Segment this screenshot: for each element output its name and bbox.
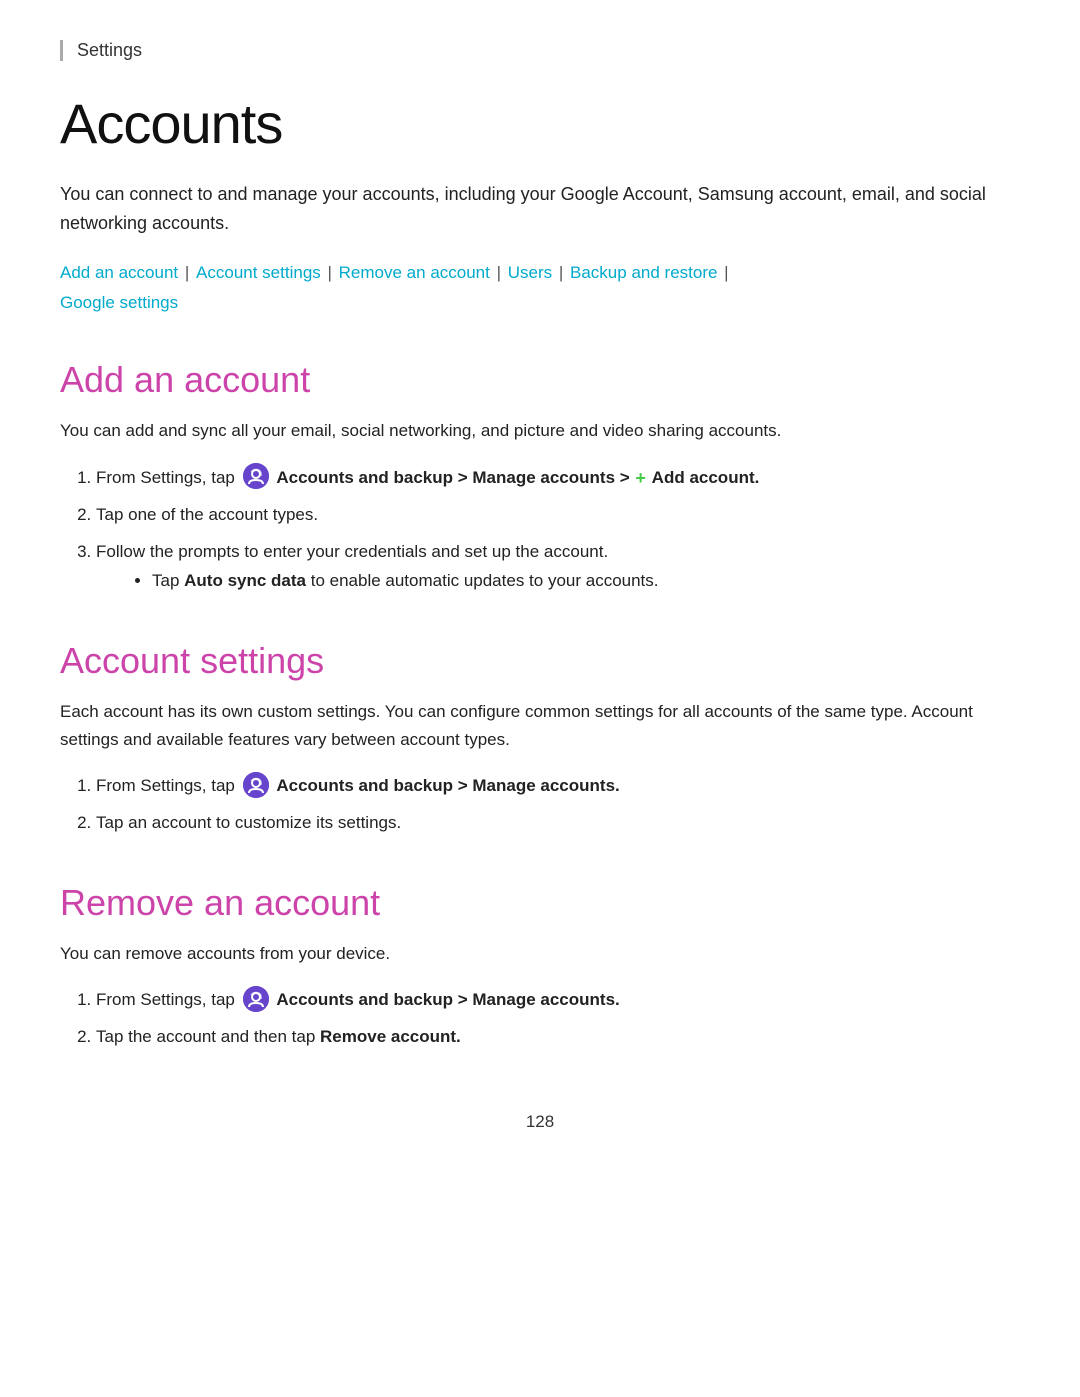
nav-sep: | xyxy=(323,263,337,282)
nav-link-google[interactable]: Google settings xyxy=(60,293,178,312)
remove-account-desc: You can remove accounts from your device… xyxy=(60,940,1020,968)
step1-bold2: Add account. xyxy=(652,468,760,487)
nav-link-account-settings[interactable]: Account settings xyxy=(196,263,321,282)
acct-step1-bold: Accounts and backup > Manage accounts. xyxy=(276,776,619,795)
step-3: Follow the prompts to enter your credent… xyxy=(96,538,1020,596)
remove-account-bold: Remove account. xyxy=(320,1027,461,1046)
nav-sep: | xyxy=(719,263,728,282)
nav-link-remove-account[interactable]: Remove an account xyxy=(339,263,490,282)
remove-account-title: Remove an account xyxy=(60,882,1020,924)
add-account-title: Add an account xyxy=(60,359,1020,401)
nav-link-backup[interactable]: Backup and restore xyxy=(570,263,717,282)
account-settings-steps: From Settings, tap Accounts and backup >… xyxy=(96,772,1020,838)
intro-text: You can connect to and manage your accou… xyxy=(60,180,1020,238)
nav-links: Add an account | Account settings | Remo… xyxy=(60,258,1020,319)
remove-step-1: From Settings, tap Accounts and backup >… xyxy=(96,986,1020,1015)
acct-step-1: From Settings, tap Accounts and backup >… xyxy=(96,772,1020,801)
remove-step1-bold: Accounts and backup > Manage accounts. xyxy=(276,990,619,1009)
bullet-autosync: Tap Auto sync data to enable automatic u… xyxy=(152,567,1020,596)
add-account-desc: You can add and sync all your email, soc… xyxy=(60,417,1020,445)
page-number: 128 xyxy=(60,1112,1020,1132)
step-1: From Settings, tap Accounts and backup >… xyxy=(96,463,1020,494)
nav-sep: | xyxy=(180,263,194,282)
nav-link-add-account[interactable]: Add an account xyxy=(60,263,178,282)
account-settings-section: Account settings Each account has its ow… xyxy=(60,640,1020,838)
remove-account-steps: From Settings, tap Accounts and backup >… xyxy=(96,986,1020,1052)
remove-step-2: Tap the account and then tap Remove acco… xyxy=(96,1023,1020,1052)
nav-link-users[interactable]: Users xyxy=(508,263,552,282)
plus-icon: + xyxy=(635,463,646,494)
account-settings-desc: Each account has its own custom settings… xyxy=(60,698,1020,754)
accounts-backup-icon-2 xyxy=(243,772,269,798)
step1-bold1: Accounts and backup > Manage accounts > xyxy=(276,468,629,487)
step-2: Tap one of the account types. xyxy=(96,501,1020,530)
step-3-bullets: Tap Auto sync data to enable automatic u… xyxy=(152,567,1020,596)
accounts-backup-icon xyxy=(243,463,269,489)
page-title: Accounts xyxy=(60,91,1020,156)
autosync-bold: Auto sync data xyxy=(184,571,306,590)
account-settings-title: Account settings xyxy=(60,640,1020,682)
nav-sep: | xyxy=(492,263,506,282)
remove-account-section: Remove an account You can remove account… xyxy=(60,882,1020,1052)
add-account-section: Add an account You can add and sync all … xyxy=(60,359,1020,596)
settings-breadcrumb: Settings xyxy=(60,40,1020,61)
add-account-steps: From Settings, tap Accounts and backup >… xyxy=(96,463,1020,596)
accounts-backup-icon-3 xyxy=(243,986,269,1012)
acct-step-2: Tap an account to customize its settings… xyxy=(96,809,1020,838)
nav-sep: | xyxy=(554,263,568,282)
